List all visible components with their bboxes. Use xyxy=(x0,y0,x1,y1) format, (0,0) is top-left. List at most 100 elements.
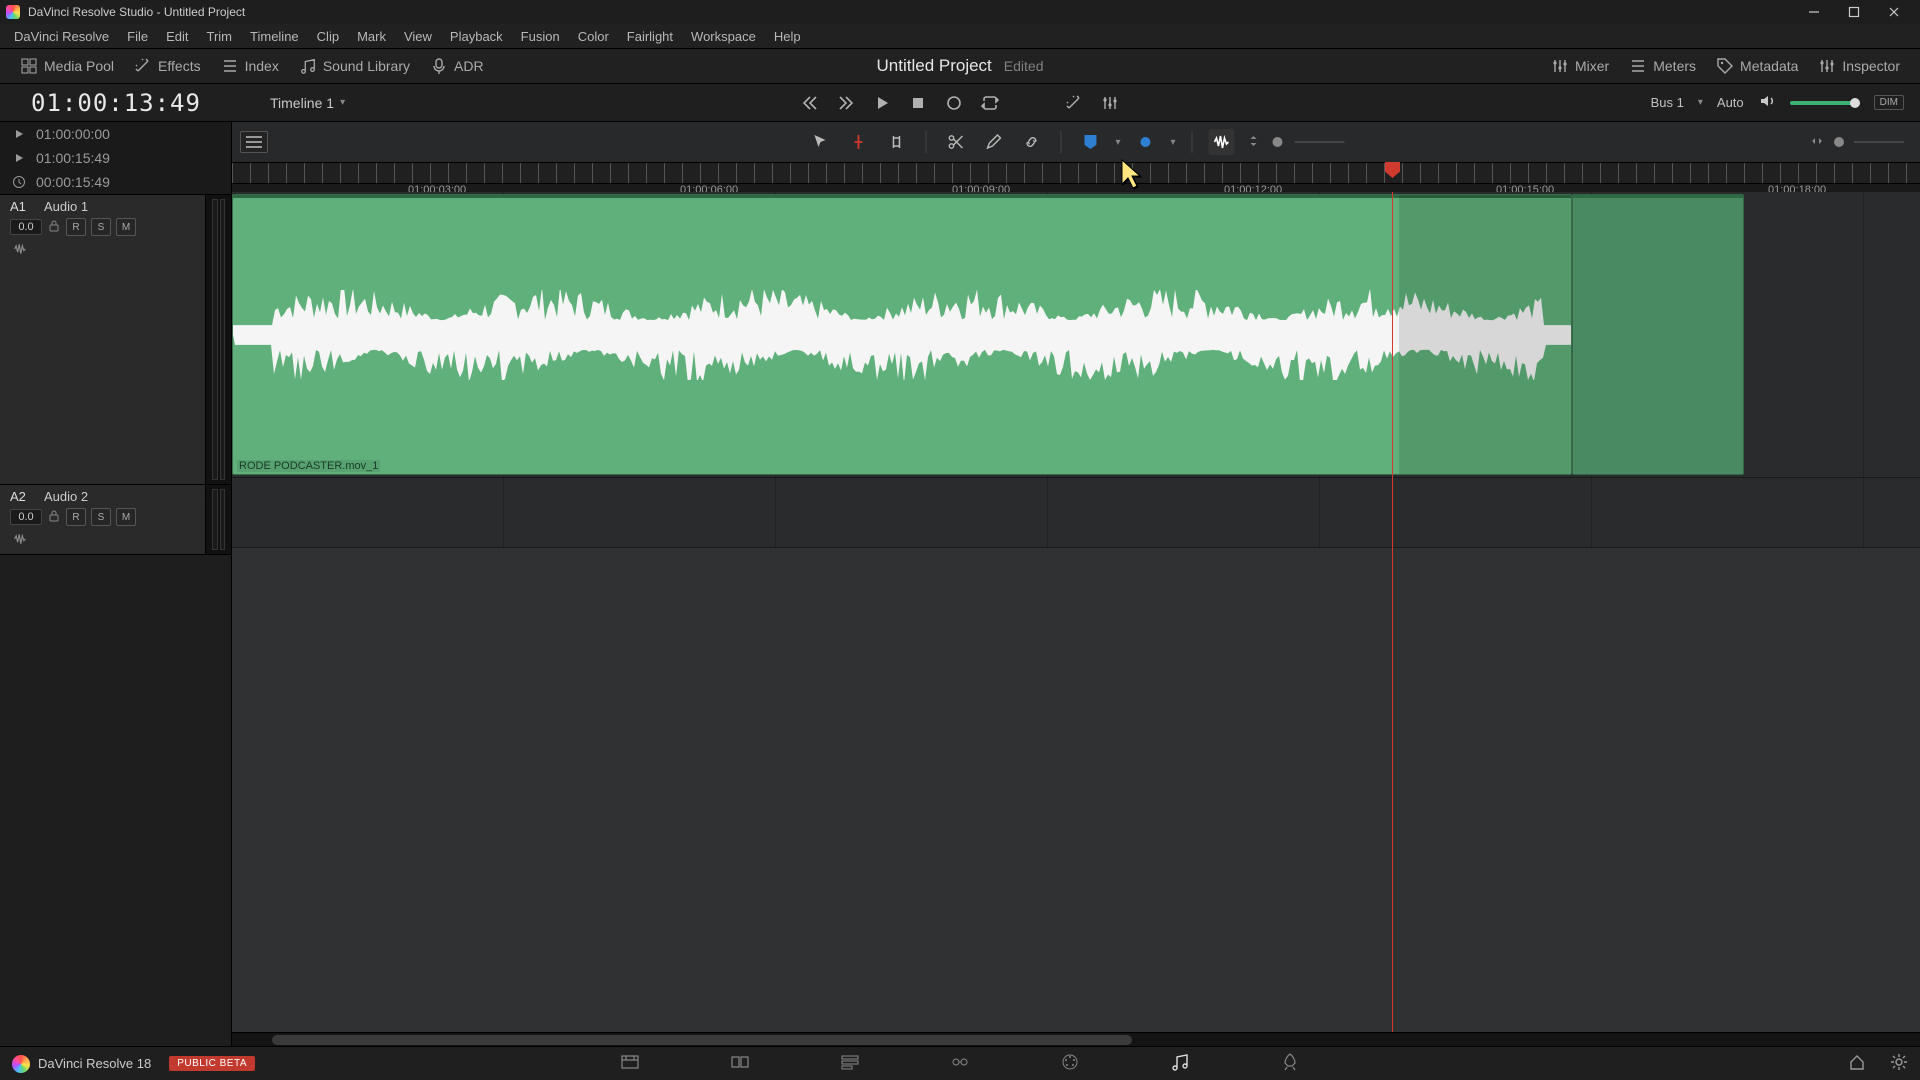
zoom-handle[interactable] xyxy=(1273,137,1283,147)
bus-selector[interactable]: Bus 1 xyxy=(1651,95,1684,110)
loop-button[interactable] xyxy=(981,94,999,112)
next-button[interactable] xyxy=(837,94,855,112)
menu-mark[interactable]: Mark xyxy=(349,27,394,46)
track-waveform-toggle[interactable] xyxy=(0,240,231,265)
home-button[interactable] xyxy=(1848,1053,1866,1074)
track-s-button[interactable]: S xyxy=(91,218,111,236)
track-m-button[interactable]: M xyxy=(116,218,136,236)
waveform-icon xyxy=(233,290,1572,380)
beta-badge: PUBLIC BETA xyxy=(169,1056,255,1071)
menu-clip[interactable]: Clip xyxy=(309,27,347,46)
timeline-view-options[interactable] xyxy=(240,131,268,153)
track-s-button[interactable]: S xyxy=(91,508,111,526)
menu-timeline[interactable]: Timeline xyxy=(242,27,307,46)
track-m-button[interactable]: M xyxy=(116,508,136,526)
selection-tool[interactable] xyxy=(807,129,833,155)
project-settings-button[interactable] xyxy=(1890,1053,1908,1074)
master-timecode[interactable]: 01:00:13:49 xyxy=(0,89,232,117)
close-button[interactable] xyxy=(1874,0,1914,24)
razor-tool[interactable] xyxy=(942,129,968,155)
track-name[interactable]: Audio 2 xyxy=(44,489,194,504)
track-volume[interactable]: 0.0 xyxy=(10,219,42,235)
zoom-track[interactable] xyxy=(1854,141,1904,143)
page-deliver[interactable] xyxy=(1280,1052,1300,1075)
page-cut[interactable] xyxy=(730,1052,750,1075)
page-edit[interactable] xyxy=(840,1052,860,1075)
audio-clip-extension[interactable] xyxy=(1572,194,1744,475)
pencil-tool[interactable] xyxy=(980,129,1006,155)
tc-out[interactable]: 01:00:15:49 xyxy=(0,146,231,170)
sound-library-button[interactable]: Sound Library xyxy=(289,57,420,75)
track-r-button[interactable]: R xyxy=(66,508,86,526)
track-r-button[interactable]: R xyxy=(66,218,86,236)
menu-trim[interactable]: Trim xyxy=(199,27,241,46)
track-header-a1[interactable]: A1Audio 11.00.0RSM xyxy=(0,195,231,485)
maximize-button[interactable] xyxy=(1834,0,1874,24)
stop-button[interactable] xyxy=(909,94,927,112)
marker-color-tool[interactable] xyxy=(1133,129,1159,155)
prev-button[interactable] xyxy=(801,94,819,112)
menu-fairlight[interactable]: Fairlight xyxy=(619,27,681,46)
menu-view[interactable]: View xyxy=(396,27,440,46)
page-color[interactable] xyxy=(1060,1052,1080,1075)
chevron-down-icon[interactable]: ▾ xyxy=(1171,137,1176,148)
menu-help[interactable]: Help xyxy=(766,27,809,46)
index-button[interactable]: Index xyxy=(211,57,289,75)
record-button[interactable] xyxy=(945,94,963,112)
minimize-button[interactable] xyxy=(1794,0,1834,24)
track-header-a2[interactable]: A2Audio 22.00.0RSM xyxy=(0,485,231,555)
page-fusion[interactable] xyxy=(950,1052,970,1075)
up-down-icon[interactable] xyxy=(1247,134,1261,151)
transient-tool[interactable] xyxy=(1209,129,1235,155)
marker-tool[interactable] xyxy=(845,129,871,155)
timeline-lanes[interactable]: RODE PODCASTER.mov_1 xyxy=(232,192,1920,1032)
track-waveform-toggle[interactable] xyxy=(0,530,231,555)
lock-icon[interactable] xyxy=(47,509,61,526)
adr-button[interactable]: ADR xyxy=(420,57,494,75)
horiz-zoom-icon[interactable] xyxy=(1810,134,1824,151)
timeline-ruler[interactable]: 01:00:03:0001:00:06:0001:00:09:0001:00:1… xyxy=(232,162,1920,192)
dim-button[interactable]: DIM xyxy=(1874,95,1904,110)
timeline-selector[interactable]: Timeline 1 ▾ xyxy=(232,95,345,111)
range-tool[interactable] xyxy=(883,129,909,155)
scrollbar-thumb[interactable] xyxy=(272,1035,1132,1045)
track-lane-a1[interactable]: RODE PODCASTER.mov_1 xyxy=(232,192,1920,478)
inspector-button[interactable]: Inspector xyxy=(1808,57,1910,75)
volume-slider[interactable] xyxy=(1790,101,1860,105)
zoom-handle[interactable] xyxy=(1834,137,1844,147)
tc-dur[interactable]: 00:00:15:49 xyxy=(0,170,231,194)
menu-file[interactable]: File xyxy=(119,27,156,46)
audio-clip[interactable]: RODE PODCASTER.mov_1 xyxy=(232,194,1572,475)
media-pool-button[interactable]: Media Pool xyxy=(10,57,124,75)
track-meter xyxy=(205,195,231,484)
page-media[interactable] xyxy=(620,1052,640,1075)
mixer-button[interactable]: Mixer xyxy=(1541,57,1619,75)
page-fairlight[interactable] xyxy=(1170,1052,1190,1075)
menu-davinci-resolve[interactable]: DaVinci Resolve xyxy=(6,27,117,46)
menu-fusion[interactable]: Fusion xyxy=(513,27,568,46)
horizontal-scrollbar[interactable] xyxy=(232,1032,1920,1046)
meters-button[interactable]: Meters xyxy=(1619,57,1706,75)
metadata-button[interactable]: Metadata xyxy=(1706,57,1808,75)
zoom-track[interactable] xyxy=(1295,141,1345,143)
speaker-icon[interactable] xyxy=(1758,92,1776,113)
chevron-down-icon[interactable]: ▾ xyxy=(1115,137,1120,148)
track-name[interactable]: Audio 1 xyxy=(44,199,194,214)
link-tool[interactable] xyxy=(1018,129,1044,155)
menu-playback[interactable]: Playback xyxy=(442,27,511,46)
playhead[interactable] xyxy=(1392,192,1393,1032)
tc-in[interactable]: 01:00:00:00 xyxy=(0,122,231,146)
automation-tool-icon[interactable] xyxy=(1065,94,1083,112)
automation-mode[interactable]: Auto xyxy=(1717,95,1744,110)
track-volume[interactable]: 0.0 xyxy=(10,509,42,525)
timeline-options-icon[interactable] xyxy=(1101,94,1119,112)
track-id: A1 xyxy=(10,199,34,214)
track-lane-a2[interactable] xyxy=(232,478,1920,548)
menu-workspace[interactable]: Workspace xyxy=(683,27,764,46)
flag-tool[interactable] xyxy=(1077,129,1103,155)
menu-edit[interactable]: Edit xyxy=(158,27,196,46)
lock-icon[interactable] xyxy=(47,219,61,236)
menu-color[interactable]: Color xyxy=(570,27,617,46)
play-button[interactable] xyxy=(873,94,891,112)
effects-button[interactable]: Effects xyxy=(124,57,211,75)
